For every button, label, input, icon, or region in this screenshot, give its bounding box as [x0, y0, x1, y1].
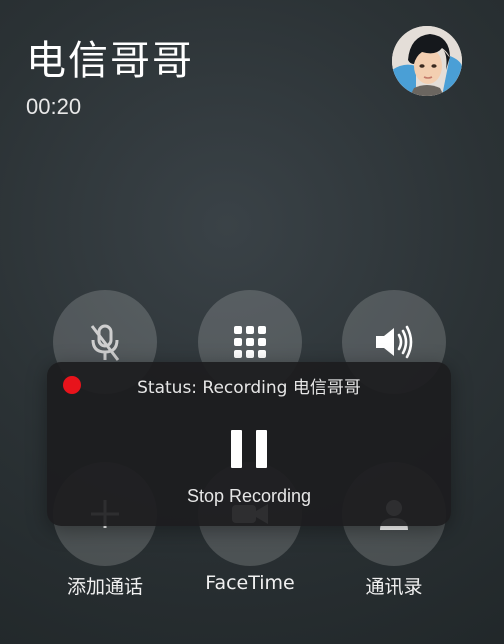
contact-name: 电信哥哥 — [26, 38, 194, 84]
add-call-label: 添加通话 — [66, 576, 143, 598]
recording-overlay: Status: Recording 电信哥哥 Stop Recording — [47, 362, 451, 526]
avatar[interactable] — [392, 26, 462, 96]
stop-recording-button[interactable] — [231, 430, 267, 468]
contacts-label: 通讯录 — [365, 576, 423, 598]
stop-recording-label[interactable]: Stop Recording — [47, 486, 451, 507]
call-duration: 00:20 — [26, 94, 82, 119]
mic-muted-icon — [90, 324, 120, 361]
recording-status: Status: Recording 电信哥哥 — [137, 378, 361, 398]
speaker-icon — [376, 325, 413, 359]
avatar-image-icon — [392, 26, 462, 96]
keypad-icon — [234, 326, 266, 358]
pause-icon — [231, 430, 242, 468]
facetime-label: FaceTime — [205, 572, 295, 594]
